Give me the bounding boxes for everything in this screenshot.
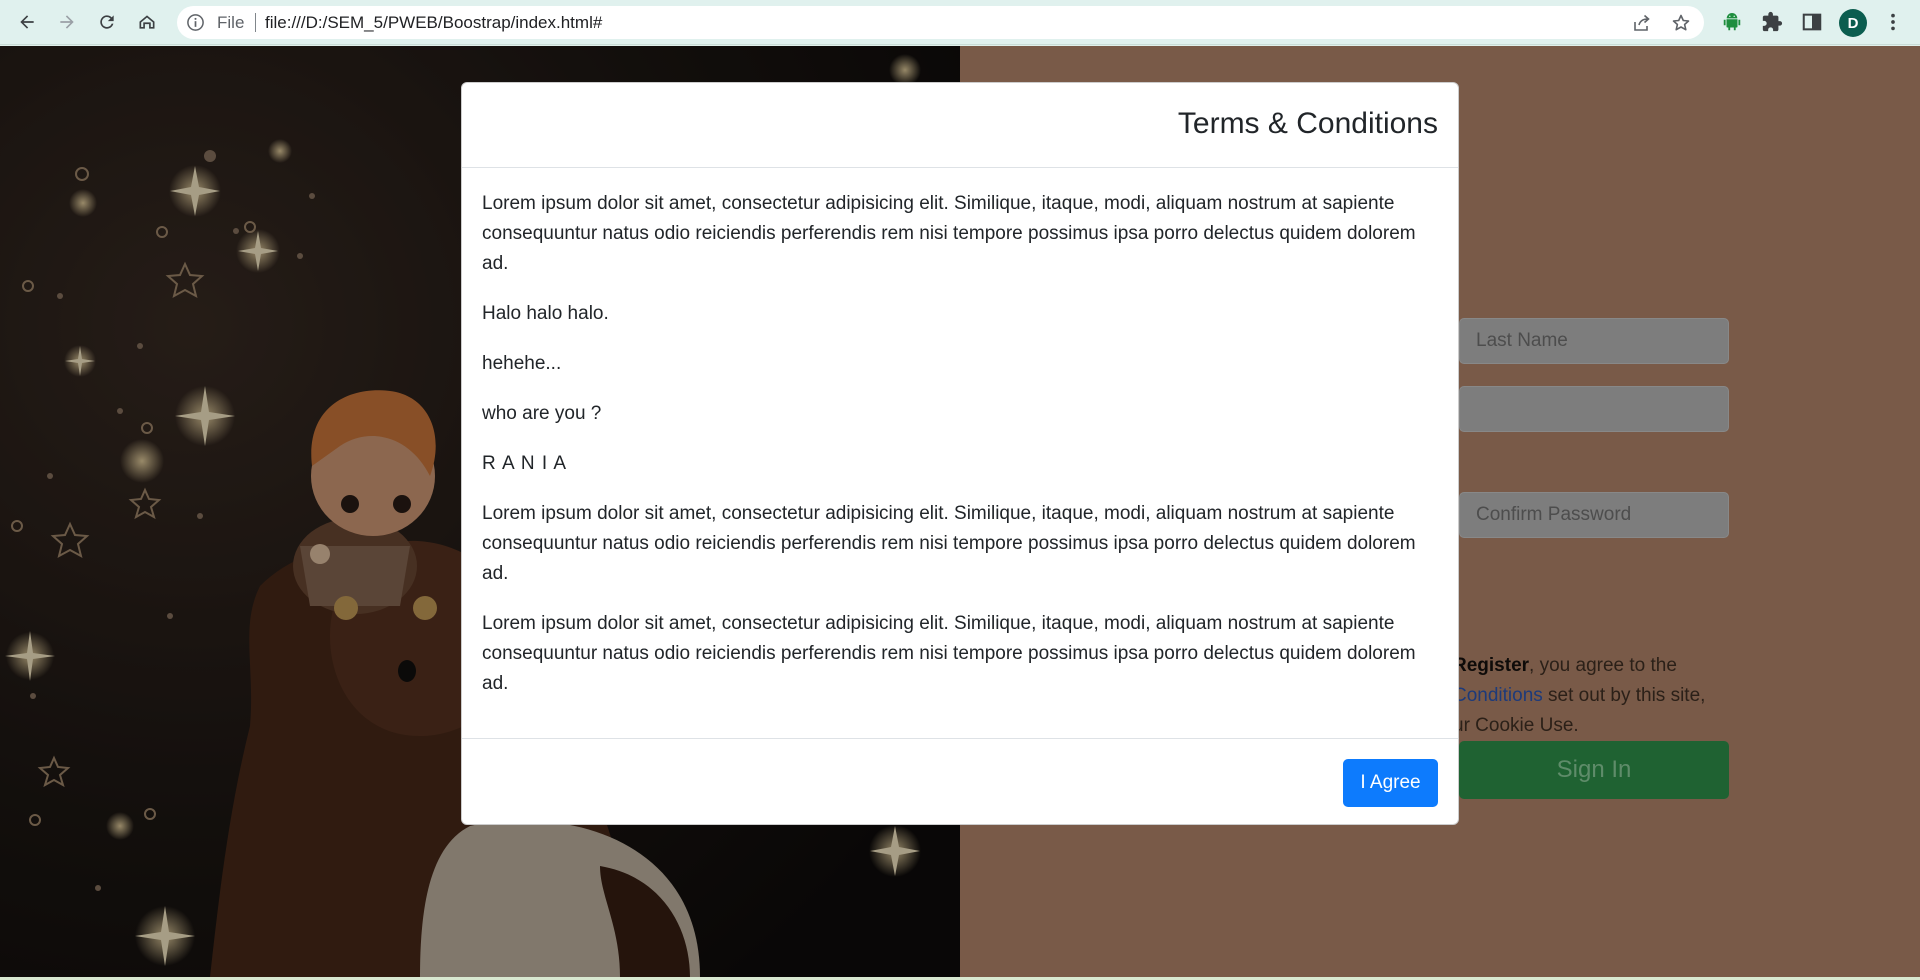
last-name-input[interactable]: Last Name	[1459, 318, 1729, 364]
modal-footer: I Agree	[462, 738, 1458, 825]
registration-form: Last Name Confirm Password Register, you…	[1453, 46, 1759, 977]
modal-paragraph: who are you ?	[482, 403, 602, 424]
modal-body: Lorem ipsum dolor sit amet, consectetur …	[482, 189, 1432, 719]
modal-paragraph: hehehe...	[482, 353, 562, 374]
puzzle-icon[interactable]	[1760, 10, 1784, 34]
profile-avatar[interactable]: D	[1839, 9, 1867, 37]
address-bar[interactable]: File file:///D:/SEM_5/PWEB/Boostrap/inde…	[177, 6, 1704, 39]
confirm-password-input[interactable]: Confirm Password	[1459, 492, 1729, 538]
share-icon[interactable]	[1632, 13, 1652, 33]
reload-icon[interactable]	[91, 6, 123, 38]
home-icon[interactable]	[131, 6, 163, 38]
modal-paragraph: Lorem ipsum dolor sit amet, consectetur …	[482, 503, 1416, 584]
side-panel-icon[interactable]	[1800, 10, 1824, 34]
sign-in-button[interactable]: Sign In	[1459, 741, 1729, 799]
modal-paragraph: Lorem ipsum dolor sit amet, consectetur …	[482, 613, 1416, 694]
forward-arrow-icon[interactable]	[51, 6, 83, 38]
url-text[interactable]: file:///D:/SEM_5/PWEB/Boostrap/index.htm…	[265, 12, 602, 33]
terms-notice-line-1: Register, you agree to the	[1453, 651, 1677, 681]
modal-paragraph: Halo halo halo.	[482, 303, 609, 324]
kebab-menu-icon[interactable]	[1881, 10, 1905, 34]
back-arrow-icon[interactable]	[11, 6, 43, 38]
modal-header: Terms & Conditions	[462, 83, 1458, 168]
conditions-link[interactable]: Conditions	[1453, 685, 1543, 706]
modal-paragraph: R A N I A	[482, 453, 568, 474]
terms-modal: Terms & Conditions Lorem ipsum dolor sit…	[461, 82, 1459, 825]
scheme-label: File	[217, 13, 245, 32]
android-extension-icon[interactable]	[1720, 10, 1744, 34]
terms-notice-line-3: ur Cookie Use.	[1453, 715, 1579, 736]
register-bold: Register	[1453, 655, 1530, 676]
browser-toolbar: File file:///D:/SEM_5/PWEB/Boostrap/inde…	[0, 0, 1920, 45]
star-icon[interactable]	[1671, 13, 1691, 33]
modal-paragraph: Lorem ipsum dolor sit amet, consectetur …	[482, 193, 1416, 274]
info-icon[interactable]	[186, 13, 205, 32]
modal-title: Terms & Conditions	[1177, 107, 1438, 140]
email-input[interactable]	[1459, 386, 1729, 432]
terms-line-2-text: set out by this site,	[1542, 685, 1706, 706]
terms-notice-line-2: Conditions set out by this site,	[1453, 681, 1705, 711]
scheme-divider	[255, 13, 256, 32]
terms-line-1-text: , you agree to the	[1529, 655, 1677, 676]
agree-button[interactable]: I Agree	[1343, 759, 1438, 807]
